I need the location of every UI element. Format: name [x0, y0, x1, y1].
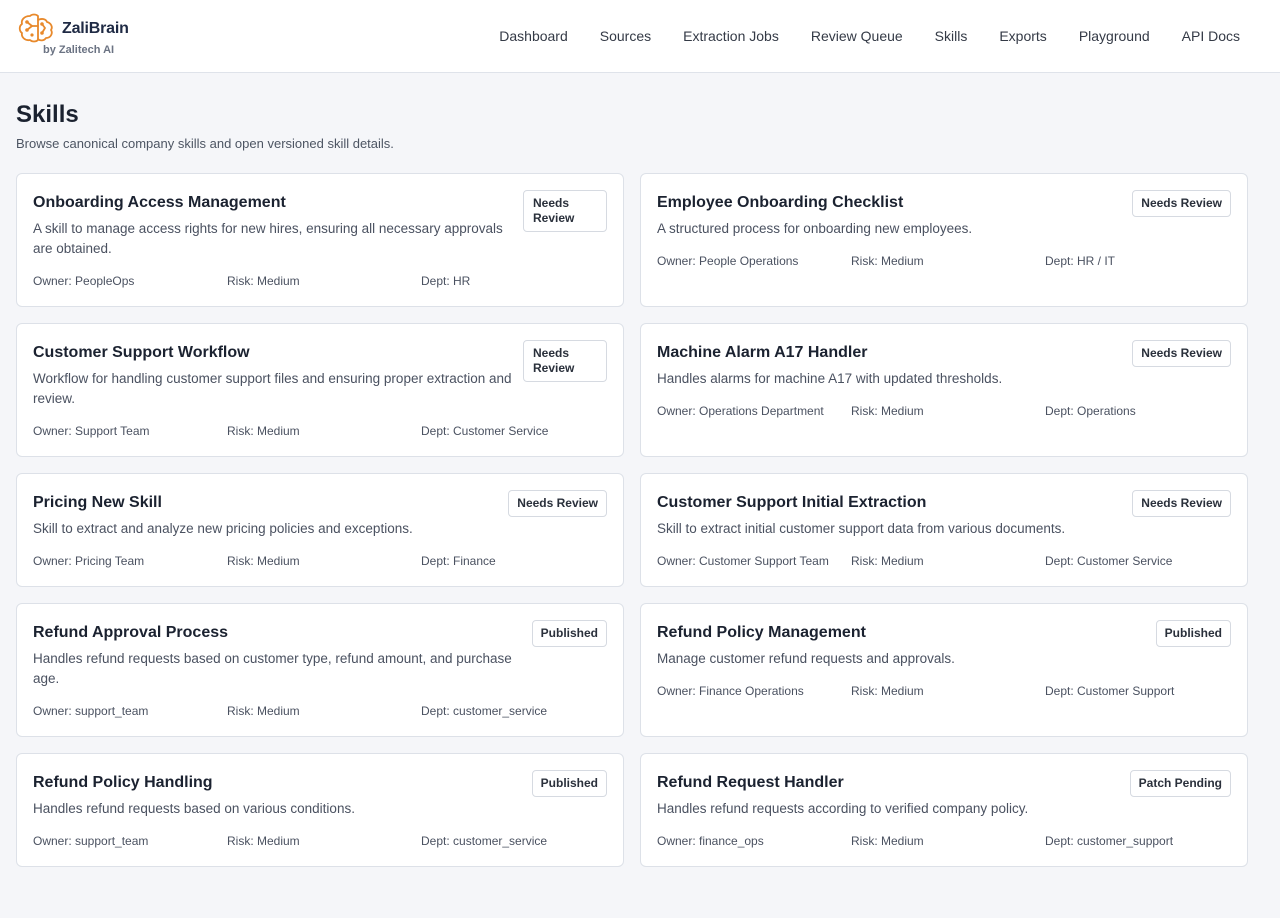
skill-owner: Owner: PeopleOps: [33, 274, 135, 288]
skill-title: Onboarding Access Management: [33, 194, 286, 211]
nav-skills[interactable]: Skills: [935, 28, 968, 44]
page-subtitle: Browse canonical company skills and open…: [16, 136, 394, 151]
skill-card[interactable]: Refund Policy Handling Published Handles…: [16, 753, 624, 867]
skill-title: Pricing New Skill: [33, 494, 162, 511]
skill-title: Machine Alarm A17 Handler: [657, 344, 868, 361]
nav-sources[interactable]: Sources: [600, 28, 651, 44]
page-title: Skills: [16, 101, 79, 128]
status-badge: Published: [1155, 620, 1231, 647]
skill-dept: Dept: Customer Service: [1045, 554, 1173, 568]
status-badge: Needs Review: [1132, 190, 1231, 217]
skill-meta: Owner: People Operations Risk: Medium De…: [657, 254, 1237, 270]
brand-logo[interactable]: ZaliBrain by Zalitech AI: [18, 12, 148, 60]
skill-dept: Dept: Operations: [1045, 404, 1136, 418]
status-badge: Needs Review: [508, 490, 607, 517]
status-badge: Needs Review: [523, 190, 607, 232]
skill-description: A structured process for onboarding new …: [657, 221, 973, 236]
nav-dashboard[interactable]: Dashboard: [499, 28, 568, 44]
skill-description: Skill to extract and analyze new pricing…: [33, 521, 413, 536]
skill-card[interactable]: Customer Support Initial Extraction Need…: [640, 473, 1248, 587]
skill-risk: Risk: Medium: [227, 424, 300, 438]
skill-dept: Dept: customer_service: [421, 834, 548, 848]
skill-owner: Owner: Customer Support Team: [657, 554, 829, 568]
skill-meta: Owner: Customer Support Team Risk: Mediu…: [657, 554, 1237, 570]
skill-description: Handles refund requests based on custome…: [33, 651, 512, 686]
skill-meta: Owner: support_team Risk: Medium Dept: c…: [33, 834, 613, 850]
skill-meta: Owner: Operations Department Risk: Mediu…: [657, 404, 1237, 420]
skill-card[interactable]: Onboarding Access Management Needs Revie…: [16, 173, 624, 307]
skill-dept: Dept: Customer Support: [1045, 684, 1175, 698]
skill-risk: Risk: Medium: [851, 254, 924, 268]
brain-icon: [18, 13, 53, 43]
skill-dept: Dept: Finance: [421, 554, 496, 568]
skill-card[interactable]: Refund Approval Process Published Handle…: [16, 603, 624, 737]
skill-card[interactable]: Machine Alarm A17 Handler Needs Review H…: [640, 323, 1248, 457]
skill-card[interactable]: Customer Support Workflow Needs Review W…: [16, 323, 624, 457]
skill-meta: Owner: Finance Operations Risk: Medium D…: [657, 684, 1237, 700]
main-nav: Dashboard Sources Extraction Jobs Review…: [499, 0, 1240, 72]
skill-dept: Dept: Customer Service: [421, 424, 549, 438]
skill-owner: Owner: finance_ops: [657, 834, 764, 848]
skill-title: Refund Request Handler: [657, 774, 844, 791]
nav-exports[interactable]: Exports: [999, 28, 1046, 44]
skill-risk: Risk: Medium: [227, 274, 300, 288]
skill-card[interactable]: Pricing New Skill Needs Review Skill to …: [16, 473, 624, 587]
status-badge: Needs Review: [1132, 490, 1231, 517]
skill-description: Handles refund requests according to ver…: [657, 801, 1029, 816]
skill-description: Handles alarms for machine A17 with upda…: [657, 371, 1003, 386]
skill-dept: Dept: HR / IT: [1045, 254, 1116, 268]
status-badge: Needs Review: [1132, 340, 1231, 367]
skill-risk: Risk: Medium: [227, 834, 300, 848]
status-badge: Published: [531, 770, 607, 797]
skill-title: Refund Policy Handling: [33, 774, 213, 791]
nav-api-docs[interactable]: API Docs: [1182, 28, 1240, 44]
skill-card[interactable]: Employee Onboarding Checklist Needs Revi…: [640, 173, 1248, 307]
skill-owner: Owner: Finance Operations: [657, 684, 804, 698]
skill-owner: Owner: Operations Department: [657, 404, 824, 418]
skill-description: Handles refund requests based on various…: [33, 801, 355, 816]
status-badge: Patch Pending: [1129, 770, 1231, 797]
skill-dept: Dept: customer_service: [421, 704, 548, 718]
nav-playground[interactable]: Playground: [1079, 28, 1150, 44]
skill-risk: Risk: Medium: [851, 834, 924, 848]
skill-meta: Owner: PeopleOps Risk: Medium Dept: HR: [33, 274, 613, 290]
skill-title: Refund Approval Process: [33, 624, 229, 641]
skill-dept: Dept: HR: [421, 274, 471, 288]
skill-owner: Owner: Support Team: [33, 424, 150, 438]
skill-owner: Owner: People Operations: [657, 254, 799, 268]
skill-meta: Owner: Support Team Risk: Medium Dept: C…: [33, 424, 613, 440]
skill-title: Customer Support Workflow: [33, 344, 250, 361]
skill-meta: Owner: finance_ops Risk: Medium Dept: cu…: [657, 834, 1237, 850]
nav-extraction-jobs[interactable]: Extraction Jobs: [683, 28, 779, 44]
brand-name: ZaliBrain: [62, 20, 129, 37]
skill-meta: Owner: Pricing Team Risk: Medium Dept: F…: [33, 554, 613, 570]
skill-risk: Risk: Medium: [851, 404, 924, 418]
skill-meta: Owner: support_team Risk: Medium Dept: c…: [33, 704, 613, 720]
skill-owner: Owner: Pricing Team: [33, 554, 145, 568]
skill-card[interactable]: Refund Policy Management Published Manag…: [640, 603, 1248, 737]
skill-risk: Risk: Medium: [851, 684, 924, 698]
skill-risk: Risk: Medium: [851, 554, 924, 568]
skill-description: Manage customer refund requests and appr…: [657, 651, 955, 666]
brand-tagline: by Zalitech AI: [43, 44, 115, 56]
nav-review-queue[interactable]: Review Queue: [811, 28, 903, 44]
skill-risk: Risk: Medium: [227, 554, 300, 568]
skill-description: A skill to manage access rights for new …: [33, 221, 503, 256]
skill-title: Employee Onboarding Checklist: [657, 194, 904, 211]
top-navigation-bar: ZaliBrain by Zalitech AI Dashboard Sourc…: [0, 0, 1280, 73]
skill-owner: Owner: support_team: [33, 834, 149, 848]
skill-dept: Dept: customer_support: [1045, 834, 1174, 848]
skill-title: Customer Support Initial Extraction: [657, 494, 927, 511]
status-badge: Published: [531, 620, 607, 647]
skill-title: Refund Policy Management: [657, 624, 866, 641]
status-badge: Needs Review: [523, 340, 607, 382]
skill-owner: Owner: support_team: [33, 704, 149, 718]
skill-description: Workflow for handling customer support f…: [33, 371, 512, 406]
skill-description: Skill to extract initial customer suppor…: [657, 521, 1066, 536]
skill-risk: Risk: Medium: [227, 704, 300, 718]
skill-card[interactable]: Refund Request Handler Patch Pending Han…: [640, 753, 1248, 867]
